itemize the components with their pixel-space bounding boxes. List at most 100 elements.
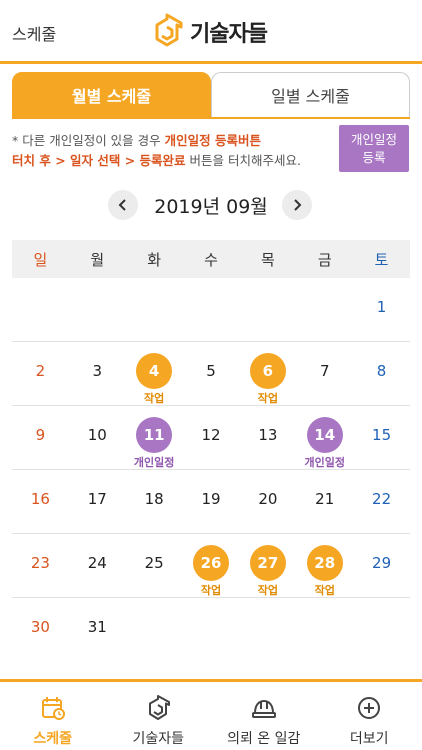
hardhat-icon	[251, 699, 276, 718]
work-schedule-label: 작업	[314, 584, 335, 597]
day-number: 16	[30, 490, 50, 508]
day-number: 29	[372, 554, 392, 572]
weekday-thu: 목	[260, 250, 275, 269]
weekday-wed: 수	[204, 250, 218, 269]
day-number: 21	[315, 490, 335, 508]
calendar-day[interactable]: 30	[12, 598, 69, 662]
calendar-empty-cell	[69, 278, 126, 341]
calendar-day[interactable]: 16	[12, 470, 69, 533]
calendar-day[interactable]: 15	[353, 406, 410, 469]
calendar-empty-cell	[239, 278, 296, 341]
tab-daily[interactable]: 일별 스케줄	[211, 72, 410, 118]
day-number: 15	[372, 426, 392, 444]
day-number: 20	[258, 490, 278, 508]
work-schedule-label: 작업	[144, 392, 165, 405]
weekday-mon: 월	[90, 250, 105, 269]
calendar-day[interactable]: 23	[12, 534, 69, 597]
nav-requested-jobs-label: 의뢰 온 일감	[227, 731, 301, 747]
day-number: 17	[87, 490, 107, 508]
day-number: 18	[144, 490, 164, 508]
logo-text: 기술자들	[190, 22, 268, 47]
tab-monthly[interactable]: 월별 스케줄	[12, 72, 211, 118]
calendar-day[interactable]: 17	[69, 470, 126, 533]
logo-icon	[155, 13, 183, 47]
weekday-fri: 금	[317, 250, 332, 269]
calendar-day[interactable]: 11 개인일정	[126, 406, 183, 469]
calendar-day[interactable]: 4 작업	[126, 342, 183, 405]
calendar-day[interactable]: 27 작업	[239, 534, 296, 597]
calendar-day[interactable]: 13	[239, 406, 296, 469]
nav-schedule-label: 스케줄	[33, 731, 73, 747]
logo-icon	[149, 695, 171, 720]
nav-more[interactable]: 더보기	[317, 682, 422, 750]
day-number: 4	[136, 353, 173, 389]
calendar-day[interactable]: 21	[296, 470, 353, 533]
day-number: 3	[92, 362, 103, 380]
day-number: 13	[258, 426, 278, 444]
calendar-empty-cell	[296, 598, 353, 662]
calendar-day[interactable]: 22	[353, 470, 410, 533]
register-personal-schedule-button[interactable]: 개인일정 등록	[339, 125, 409, 172]
month-navigator: 2019년 09월	[0, 188, 422, 222]
calendar-week-row: 1	[12, 278, 410, 342]
calendar-icon	[41, 697, 65, 720]
next-month-button[interactable]	[282, 190, 312, 220]
calendar-day[interactable]: 1	[353, 278, 410, 341]
day-number: 8	[376, 362, 387, 380]
work-schedule-label: 작업	[257, 392, 278, 405]
day-number: 27	[249, 545, 286, 581]
nav-schedule[interactable]: 스케줄	[0, 682, 106, 750]
calendar-day[interactable]: 5	[183, 342, 240, 405]
app-header: 스케줄 기술자들	[0, 0, 422, 64]
calendar-day[interactable]: 6 작업	[239, 342, 296, 405]
screen-title[interactable]: 스케줄	[12, 21, 56, 45]
calendar-week-row: 23 24 25 26 작업 27 작업 28 작업 29	[12, 534, 410, 598]
calendar-day[interactable]: 14 개인일정	[296, 406, 353, 469]
instruction-notice: * 다른 개인일정이 있을 경우 개인일정 등록버튼 터치 후 > 일자 선택 >…	[12, 131, 332, 171]
calendar-week-row: 2 3 4 작업 5 6 작업 7 8	[12, 342, 410, 406]
calendar-day[interactable]: 24	[69, 534, 126, 597]
calendar-day[interactable]: 26 작업	[183, 534, 240, 597]
weekday-tue: 화	[147, 250, 162, 269]
calendar-empty-cell	[126, 598, 183, 662]
nav-technicians[interactable]: 기술자들	[106, 682, 212, 750]
calendar-day[interactable]: 29	[353, 534, 410, 597]
day-number: 22	[372, 490, 392, 508]
notice-highlight-2: 터치 후 > 일자 선택 > 등록완료	[12, 153, 186, 168]
calendar-day[interactable]: 18	[126, 470, 183, 533]
calendar-day[interactable]: 25	[126, 534, 183, 597]
day-number: 12	[201, 426, 221, 444]
nav-requested-jobs[interactable]: 의뢰 온 일감	[211, 682, 317, 750]
calendar-day[interactable]: 9	[12, 406, 69, 469]
month-label: 2019년 09월	[154, 196, 268, 218]
calendar-day[interactable]: 10	[69, 406, 126, 469]
calendar-day[interactable]: 20	[239, 470, 296, 533]
day-number: 10	[87, 426, 107, 444]
chevron-left-icon	[118, 199, 126, 211]
day-number: 9	[35, 426, 46, 444]
calendar-week-row: 9 10 11 개인일정 12 13 14 개인일정 15	[12, 406, 410, 470]
calendar-day[interactable]: 7	[296, 342, 353, 405]
calendar-day[interactable]: 28 작업	[296, 534, 353, 597]
calendar-empty-cell	[12, 278, 69, 341]
day-number: 30	[30, 618, 50, 636]
calendar-day[interactable]: 2	[12, 342, 69, 405]
schedule-tabs: 월별 스케줄 일별 스케줄	[12, 72, 410, 118]
calendar-day[interactable]: 8	[353, 342, 410, 405]
calendar-day[interactable]: 19	[183, 470, 240, 533]
calendar-week-row: 16 17 18 19 20 21 22	[12, 470, 410, 534]
calendar-day[interactable]: 12	[183, 406, 240, 469]
day-number: 26	[193, 545, 229, 581]
day-number: 6	[249, 353, 286, 389]
calendar-week-row: 30 31	[12, 598, 410, 662]
calendar-day[interactable]: 31	[69, 598, 126, 662]
nav-more-label: 더보기	[349, 731, 389, 747]
day-number: 5	[206, 362, 216, 380]
day-number: 24	[87, 554, 107, 572]
notice-highlight-1: 개인일정 등록버튼	[164, 133, 261, 148]
personal-schedule-label: 개인일정	[133, 456, 175, 469]
weekday-sun: 일	[33, 250, 48, 269]
register-line-1: 개인일정	[350, 131, 397, 147]
prev-month-button[interactable]	[108, 190, 138, 220]
calendar-day[interactable]: 3	[69, 342, 126, 405]
